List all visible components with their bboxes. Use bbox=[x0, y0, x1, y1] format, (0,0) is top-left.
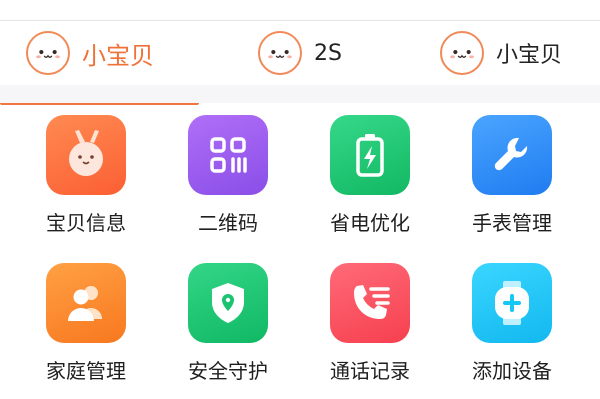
feature-label: 宝贝信息 bbox=[46, 211, 126, 235]
tab-label: 小宝贝 bbox=[496, 43, 563, 68]
feature-label: 二维码 bbox=[198, 211, 258, 235]
feature-add-device[interactable]: 添加设备 bbox=[452, 263, 572, 384]
feature-family-management[interactable]: 家庭管理 bbox=[26, 263, 146, 384]
feature-safety-guard[interactable]: 安全守护 bbox=[168, 263, 288, 384]
phone-list-icon bbox=[330, 263, 410, 343]
tab-device-3[interactable]: 小宝贝 bbox=[440, 21, 562, 85]
family-icon bbox=[46, 263, 126, 343]
feature-baby-info[interactable]: 宝贝信息 bbox=[26, 115, 146, 236]
qr-code-icon bbox=[188, 115, 268, 195]
baby-face-icon bbox=[258, 31, 302, 75]
tab-device-2[interactable]: 2S bbox=[258, 21, 342, 85]
bunny-face-icon bbox=[46, 115, 126, 195]
wrench-icon bbox=[472, 115, 552, 195]
baby-face-icon bbox=[26, 31, 70, 75]
section-divider bbox=[0, 85, 600, 103]
shield-icon bbox=[188, 263, 268, 343]
add-watch-icon bbox=[472, 263, 552, 343]
device-tabs: 小宝贝 2S 小宝贝 bbox=[0, 21, 600, 105]
feature-power-saving[interactable]: 省电优化 bbox=[310, 115, 430, 236]
tab-device-1[interactable]: 小宝贝 bbox=[26, 21, 154, 85]
feature-label: 手表管理 bbox=[472, 211, 552, 235]
feature-call-history[interactable]: 通话记录 bbox=[310, 263, 430, 384]
feature-label: 添加设备 bbox=[472, 359, 552, 383]
feature-label: 家庭管理 bbox=[46, 359, 126, 383]
feature-grid: 宝贝信息 二维码 省电优化 手表管理 家庭管理 安全守护 通话记录 添加设备 bbox=[0, 103, 600, 399]
baby-face-icon bbox=[440, 31, 484, 75]
feature-label: 安全守护 bbox=[188, 359, 268, 383]
tab-label: 小宝贝 bbox=[82, 41, 154, 70]
battery-charging-icon bbox=[330, 115, 410, 195]
feature-watch-management[interactable]: 手表管理 bbox=[452, 115, 572, 236]
feature-label: 省电优化 bbox=[330, 211, 410, 235]
feature-qr-code[interactable]: 二维码 bbox=[168, 115, 288, 236]
tab-label: 2S bbox=[314, 40, 342, 66]
feature-label: 通话记录 bbox=[330, 359, 410, 383]
